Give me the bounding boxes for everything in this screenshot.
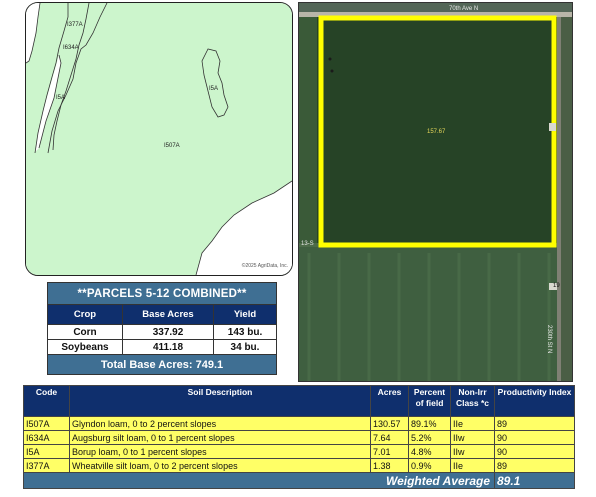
total-base-acres: Total Base Acres: 749.1 <box>47 354 277 375</box>
road-label: 13-S <box>301 241 314 247</box>
column-header: Percent of field <box>408 385 451 417</box>
column-header: Base Acres <box>122 304 214 325</box>
table-cell: Augsburg silt loam, 0 to 1 percent slope… <box>69 430 371 445</box>
soils-table: Code Soil Description Acres Percent of f… <box>23 385 575 489</box>
table-cell: I634A <box>23 430 70 445</box>
table-row: Corn 337.92 143 bu. <box>47 324 277 340</box>
column-header: Yield <box>213 304 277 325</box>
soil-map-drawing <box>26 3 292 275</box>
table-row: I5A Borup loam, 0 to 1 percent slopes 7.… <box>23 444 575 459</box>
table-cell: Soybeans <box>47 339 123 355</box>
table-cell: 7.01 <box>370 444 409 459</box>
weighted-average-label: Weighted Average <box>23 472 495 489</box>
table-cell: 411.18 <box>122 339 214 355</box>
table-cell: 130.57 <box>370 416 409 431</box>
field-acreage-label: 157.67 <box>427 129 446 135</box>
table-cell: 89 <box>494 458 575 473</box>
aerial-photo: 70th Ave N 13-S 19 230th St N 157.67 <box>298 2 573 382</box>
table-cell: IIw <box>450 430 495 445</box>
soil-map-label: I634A <box>63 45 79 51</box>
soil-map-label: I5A <box>209 86 219 92</box>
column-header: Crop <box>47 304 123 325</box>
table-row: I377A Wheatville silt loam, 0 to 2 perce… <box>23 458 575 473</box>
column-header: Code <box>23 385 70 417</box>
table-row: I507A Glyndon loam, 0 to 2 percent slope… <box>23 416 575 431</box>
weighted-average-row: Weighted Average 89.1 <box>23 472 575 489</box>
soil-map: I377A I634A I5A I5A I507A ©2025 AgriData… <box>25 2 293 276</box>
table-cell: 4.8% <box>408 444 451 459</box>
table-cell: Glyndon loam, 0 to 2 percent slopes <box>69 416 371 431</box>
table-row: Soybeans 411.18 34 bu. <box>47 339 277 355</box>
parcels-header-row: Crop Base Acres Yield <box>47 304 277 325</box>
soil-map-label: I377A <box>67 22 83 28</box>
table-cell: 89.1% <box>408 416 451 431</box>
table-cell: 143 bu. <box>213 324 277 340</box>
soils-header-row: Code Soil Description Acres Percent of f… <box>23 385 575 417</box>
table-cell: I377A <box>23 458 70 473</box>
parcels-title: **PARCELS 5-12 COMBINED** <box>47 282 277 305</box>
road-label: 19 <box>553 283 560 289</box>
soil-map-label: I507A <box>164 143 180 149</box>
table-cell: 34 bu. <box>213 339 277 355</box>
road-label: 70th Ave N <box>449 6 479 12</box>
soil-map-label: I5A <box>56 95 66 101</box>
table-cell: IIe <box>450 458 495 473</box>
table-cell: I507A <box>23 416 70 431</box>
parcels-table: **PARCELS 5-12 COMBINED** Crop Base Acre… <box>47 282 277 375</box>
table-cell: 7.64 <box>370 430 409 445</box>
map-copyright: ©2025 AgriData, Inc. <box>241 263 288 269</box>
table-cell: IIw <box>450 444 495 459</box>
column-header: Non-Irr Class *c <box>450 385 495 417</box>
table-cell: 1.38 <box>370 458 409 473</box>
column-header: Soil Description <box>69 385 371 417</box>
table-cell: Borup loam, 0 to 1 percent slopes <box>69 444 371 459</box>
aerial-drawing <box>299 3 572 381</box>
table-cell: IIe <box>450 416 495 431</box>
table-cell: Corn <box>47 324 123 340</box>
table-cell: 90 <box>494 444 575 459</box>
table-row: I634A Augsburg silt loam, 0 to 1 percent… <box>23 430 575 445</box>
weighted-average-value: 89.1 <box>494 472 575 489</box>
table-cell: 5.2% <box>408 430 451 445</box>
table-cell: 0.9% <box>408 458 451 473</box>
column-header: Productivity Index <box>494 385 575 417</box>
table-cell: 337.92 <box>122 324 214 340</box>
table-cell: I5A <box>23 444 70 459</box>
table-cell: 90 <box>494 430 575 445</box>
table-cell: 89 <box>494 416 575 431</box>
road-label: 230th St N <box>546 325 552 354</box>
column-header: Acres <box>370 385 409 417</box>
table-cell: Wheatville silt loam, 0 to 2 percent slo… <box>69 458 371 473</box>
